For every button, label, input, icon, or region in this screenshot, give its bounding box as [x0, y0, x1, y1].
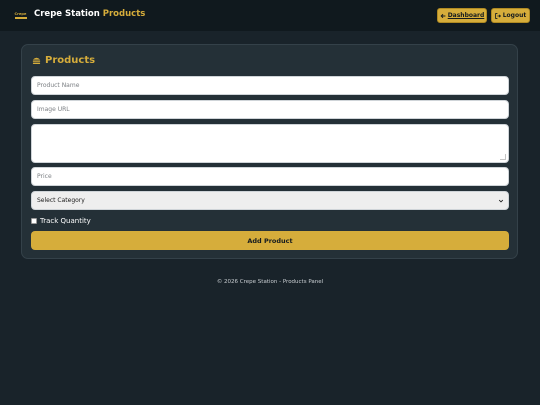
category-select[interactable]: Select Category: [31, 191, 509, 210]
sign-out-icon: [494, 12, 501, 19]
track-quantity-checkbox[interactable]: [31, 218, 37, 224]
brand-logo[interactable]: Crepe: [14, 10, 27, 20]
description-textarea[interactable]: [31, 124, 509, 163]
logout-label: Logout: [502, 12, 527, 19]
brand-title: Crepe Station Products: [34, 9, 145, 19]
dashboard-label: Dashboard: [447, 12, 485, 19]
image-url-placeholder: Image URL: [37, 106, 70, 113]
top-navbar: Crepe Crepe Station Products Dashboard L…: [0, 0, 540, 31]
dashboard-button[interactable]: Dashboard: [437, 8, 487, 23]
product-name-input[interactable]: Product Name: [31, 76, 509, 95]
brand-main: Crepe Station: [34, 9, 100, 19]
price-input[interactable]: Price: [31, 167, 509, 186]
footer-text: © 2026 Crepe Station - Products Panel: [216, 279, 324, 285]
logo-text: Crepe: [14, 11, 27, 16]
hamburger-icon: [32, 57, 41, 65]
arrow-left-icon: [440, 13, 446, 18]
card-title-text: Products: [45, 55, 96, 66]
chevron-down-icon: [498, 199, 504, 203]
category-selected: Select Category: [37, 197, 85, 204]
add-product-label: Add Product: [247, 236, 293, 245]
product-name-placeholder: Product Name: [37, 82, 80, 89]
logout-button[interactable]: Logout: [491, 8, 530, 23]
image-url-input[interactable]: Image URL: [31, 100, 509, 119]
products-card: Products Product Name Image URL Price Se…: [21, 44, 518, 259]
card-title: Products: [32, 55, 95, 66]
price-placeholder: Price: [37, 173, 52, 180]
logo-bar: [14, 16, 27, 19]
track-quantity: Track Quantity: [31, 217, 91, 225]
resize-handle[interactable]: [500, 154, 506, 160]
brand-accent: Products: [102, 9, 146, 19]
track-quantity-label: Track Quantity: [40, 217, 91, 225]
add-product-button[interactable]: Add Product: [31, 231, 509, 250]
